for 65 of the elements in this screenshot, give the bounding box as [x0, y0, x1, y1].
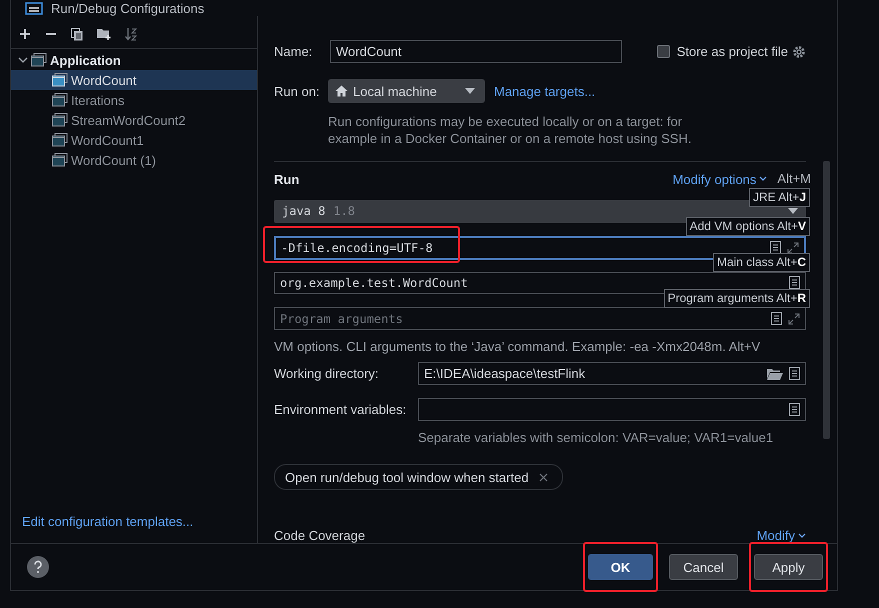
- chevron-down-icon: [759, 176, 768, 182]
- edit-templates-link[interactable]: Edit configuration templates...: [22, 514, 194, 529]
- section-title: Code Coverage: [274, 528, 366, 543]
- tree-group-label[interactable]: Application: [50, 52, 121, 68]
- shortcut-tooltip: Program arguments Alt+R: [664, 289, 810, 308]
- copy-icon[interactable]: [71, 28, 83, 40]
- shortcut-label: Alt+M: [777, 172, 811, 186]
- window-icon: [25, 2, 43, 14]
- document-icon: [770, 241, 781, 254]
- close-icon: [538, 472, 548, 482]
- store-as-project-file-label[interactable]: Store as project file: [676, 44, 788, 59]
- tree-item[interactable]: WordCount1: [11, 130, 257, 150]
- shortcut-tooltip: Main class Alt+C: [712, 253, 810, 272]
- tree-item[interactable]: StreamWordCount2: [11, 110, 257, 130]
- tree-item[interactable]: Iterations: [11, 90, 257, 110]
- option-chip[interactable]: Open run/debug tool window when started: [274, 464, 563, 490]
- application-icon: [52, 153, 68, 167]
- document-icon: [789, 403, 800, 416]
- run-on-dropdown[interactable]: Local machine: [328, 79, 485, 103]
- window-title: Run/Debug Configurations: [51, 0, 204, 16]
- dialog-button[interactable]: Apply: [754, 554, 823, 580]
- chevron-down-icon[interactable]: [18, 55, 28, 65]
- run-on-hint: Run configurations may be executed locally or on a target: for example in a Docker Container or on a remote host using SSH.: [328, 113, 692, 147]
- modify-options-link[interactable]: Modify options: [672, 172, 756, 187]
- scrollbar-thumb[interactable]: [823, 161, 830, 439]
- dialog-button[interactable]: OK: [588, 554, 653, 580]
- application-icon: [52, 93, 68, 107]
- dialog-button[interactable]: Cancel: [669, 554, 738, 580]
- document-icon: [789, 367, 800, 380]
- folder-add-icon[interactable]: [97, 28, 111, 40]
- application-icon: [52, 73, 68, 87]
- working-directory-label: Working directory:: [274, 366, 380, 382]
- application-icon: [31, 53, 47, 67]
- shortcut-tooltip: JRE Alt+J: [748, 188, 810, 207]
- environment-variables-label: Environment variables:: [274, 402, 408, 418]
- working-directory-field[interactable]: E:\IDEA\ideaspace\testFlink: [418, 362, 806, 386]
- chevron-down-icon: [798, 532, 806, 539]
- section-title: Run: [274, 172, 300, 187]
- checkbox[interactable]: [656, 45, 670, 58]
- home-icon: [335, 85, 348, 97]
- expand-icon: [788, 312, 800, 325]
- name-label: Name:: [274, 44, 314, 59]
- expand-icon: [787, 242, 799, 254]
- name-field[interactable]: WordCount: [330, 40, 622, 63]
- document-icon: [771, 312, 782, 326]
- caret-icon: [465, 88, 475, 94]
- vm-options-hint: VM options. CLI arguments to the ‘Java’ command. Example: -ea -Xmx2048m. Alt+V: [274, 338, 762, 356]
- run-on-label: Run on:: [274, 84, 321, 98]
- environment-variables-field[interactable]: [418, 398, 806, 422]
- sort-icon[interactable]: [125, 28, 138, 40]
- tree-item[interactable]: WordCount (1): [11, 150, 257, 170]
- settings-icon: [792, 44, 806, 58]
- application-icon: [52, 133, 68, 147]
- add-icon[interactable]: [19, 28, 31, 40]
- main-class-field[interactable]: org.example.test.WordCount: [274, 272, 806, 294]
- tree-item[interactable]: WordCount: [11, 70, 257, 90]
- application-icon: [52, 113, 68, 127]
- document-icon: [789, 276, 800, 290]
- shortcut-tooltip: Add VM options Alt+V: [686, 217, 810, 236]
- program-arguments-field[interactable]: Program arguments: [274, 307, 806, 330]
- folder-icon: [767, 368, 783, 380]
- help-icon[interactable]: [27, 556, 49, 578]
- environment-variables-hint: Separate variables with semicolon: VAR=value; VAR1=value1: [418, 429, 774, 446]
- manage-targets-link[interactable]: Manage targets...: [494, 84, 596, 98]
- modify-link[interactable]: Modify: [756, 528, 795, 543]
